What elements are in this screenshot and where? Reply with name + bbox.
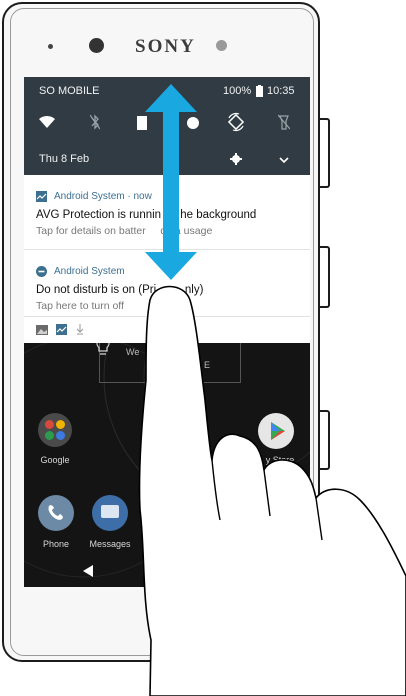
finger-gesture-icon xyxy=(138,285,406,696)
